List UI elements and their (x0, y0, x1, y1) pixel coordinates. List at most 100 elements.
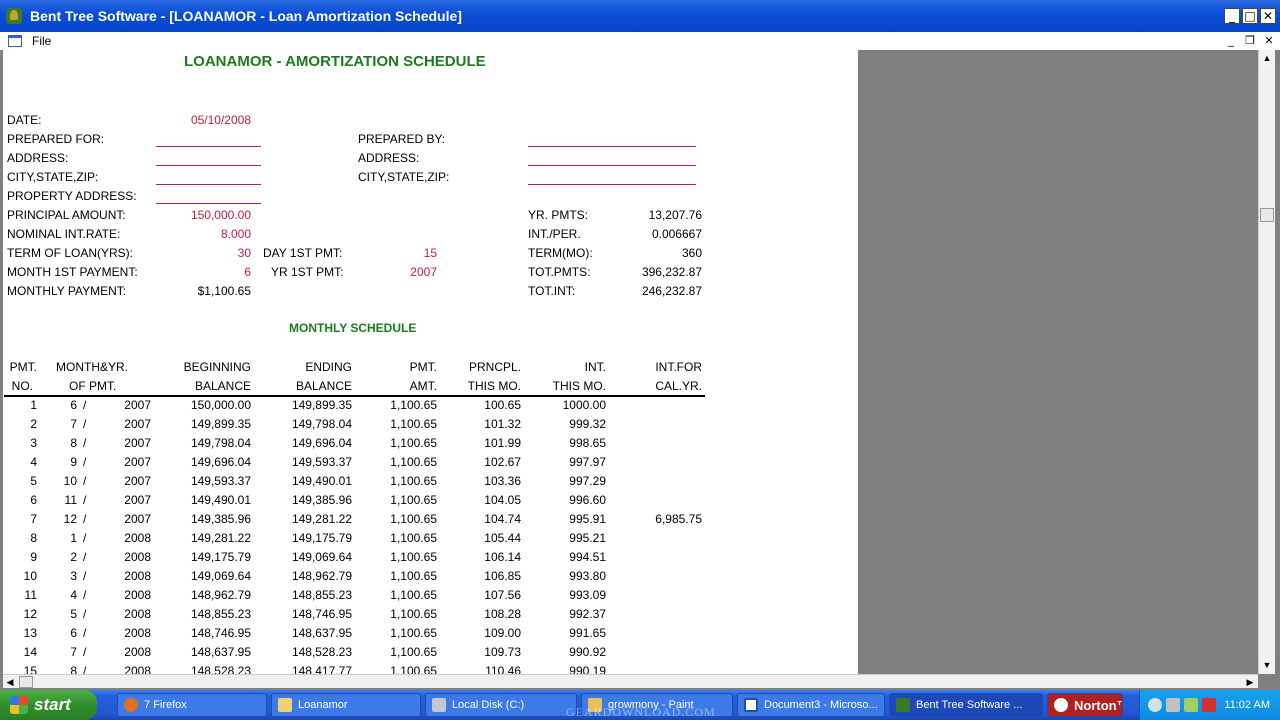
col-month-h2: OF PMT. (69, 379, 117, 393)
cell-ending-balance: 149,798.04 (291, 417, 352, 431)
scroll-down-arrow-icon[interactable]: ▼ (1259, 657, 1275, 673)
cell-ending-balance: 148,637.95 (291, 626, 352, 640)
close-button[interactable]: ✕ (1260, 8, 1276, 24)
rate-value[interactable]: 8.000 (151, 227, 251, 241)
cell-interest: 998.65 (569, 436, 606, 450)
document-icon[interactable] (8, 35, 22, 47)
cell-year: 2007 (124, 455, 151, 469)
address-right-field[interactable] (528, 165, 696, 166)
cell-year: 2007 (124, 493, 151, 507)
term-value[interactable]: 30 (151, 246, 251, 260)
vertical-scroll-thumb[interactable] (1260, 208, 1274, 222)
tray-app-icon[interactable] (1184, 698, 1199, 712)
cell-slash: / (83, 436, 87, 450)
task-word[interactable]: Document3 - Microso... (737, 693, 885, 717)
cell-slash: / (83, 531, 87, 545)
child-minimize-button[interactable]: _ (1223, 34, 1239, 48)
title-bar[interactable]: Bent Tree Software - [LOANAMOR - Loan Am… (0, 0, 1280, 32)
cell-slash: / (83, 664, 87, 674)
child-restore-button[interactable]: ❐ (1242, 34, 1258, 48)
scroll-up-arrow-icon[interactable]: ▲ (1259, 50, 1275, 66)
scroll-right-arrow-icon[interactable]: ▶ (1243, 675, 1257, 689)
month1-value[interactable]: 6 (151, 265, 251, 279)
city-right-label: CITY,STATE,ZIP: (358, 170, 450, 184)
watermark: GEARDOWNLOAD.COM (566, 705, 716, 719)
cell-year: 2008 (124, 607, 151, 621)
prepared-for-field[interactable] (156, 146, 261, 147)
city-left-label: CITY,STATE,ZIP: (7, 170, 99, 184)
day1-value[interactable]: 15 (357, 246, 437, 260)
address-left-field[interactable] (156, 165, 261, 166)
start-button[interactable]: start (0, 690, 97, 720)
task-bent-tree[interactable]: Bent Tree Software ... (889, 693, 1043, 717)
col-intcal-h1: INT.FOR (655, 360, 702, 374)
cell-beginning-balance: 149,490.01 (190, 493, 251, 507)
col-end-h2: BALANCE (295, 379, 352, 393)
city-left-field[interactable] (156, 184, 261, 185)
cell-pmt-amt: 1,100.65 (390, 493, 437, 507)
cell-pmt-amt: 1,100.65 (390, 531, 437, 545)
cell-slash: / (83, 493, 87, 507)
cell-interest: 994.51 (569, 550, 606, 564)
cell-ending-balance: 149,490.01 (291, 474, 352, 488)
city-right-field[interactable] (528, 184, 696, 185)
cell-ending-balance: 149,593.37 (291, 455, 352, 469)
cell-principal: 104.05 (484, 493, 521, 507)
cell-month: 10 (63, 474, 77, 488)
cell-principal: 100.65 (484, 398, 521, 412)
cell-pmt-no: 6 (30, 493, 37, 507)
cell-ending-balance: 148,855.23 (291, 588, 352, 602)
cell-year: 2007 (124, 417, 151, 431)
task-norton[interactable]: Norton™ (1047, 693, 1123, 717)
property-address-field[interactable] (156, 203, 261, 204)
vertical-scrollbar[interactable]: ▲ ▼ (1258, 50, 1275, 674)
cell-pmt-no: 9 (30, 550, 37, 564)
header-rule (4, 395, 705, 397)
cell-slash: / (83, 512, 87, 526)
task-label: Norton™ (1074, 697, 1122, 713)
scroll-left-arrow-icon[interactable]: ◀ (3, 675, 17, 689)
cell-month: 12 (63, 512, 77, 526)
task-firefox[interactable]: 7 Firefox (117, 693, 267, 717)
tray-network-icon[interactable] (1166, 698, 1181, 712)
task-loanamor[interactable]: Loanamor (271, 693, 421, 717)
task-label: Document3 - Microso... (764, 699, 878, 711)
tray-expand-icon[interactable] (1148, 698, 1163, 712)
horizontal-scroll-thumb[interactable] (19, 676, 33, 688)
cell-pmt-no: 7 (30, 512, 37, 526)
col-pmt-no-h1: PMT. (9, 360, 37, 374)
horizontal-scrollbar[interactable]: ◀ ▶ (3, 674, 1258, 688)
maximize-button[interactable]: □ (1242, 8, 1258, 24)
menu-file[interactable]: File (32, 34, 51, 48)
cell-pmt-no: 1 (30, 398, 37, 412)
folder-icon (278, 698, 292, 712)
cell-ending-balance: 149,281.22 (291, 512, 352, 526)
principal-value[interactable]: 150,000.00 (151, 208, 251, 222)
clock[interactable]: 11:02 AM (1224, 699, 1270, 711)
cell-pmt-amt: 1,100.65 (390, 588, 437, 602)
col-int-h2: THIS MO. (552, 379, 606, 393)
tree-icon (896, 698, 910, 712)
cell-interest: 993.09 (569, 588, 606, 602)
date-value: 05/10/2008 (190, 113, 251, 127)
cell-month: 8 (70, 436, 77, 450)
yrpmts-label: YR. PMTS: (528, 208, 589, 222)
cell-principal: 108.28 (484, 607, 521, 621)
cell-interest: 991.65 (569, 626, 606, 640)
cell-year: 2007 (124, 474, 151, 488)
minimize-button[interactable]: _ (1224, 8, 1240, 24)
yrpmts-value: 13,207.76 (648, 208, 702, 222)
tray-security-icon[interactable] (1202, 698, 1217, 712)
principal-label: PRINCIPAL AMOUNT: (7, 208, 126, 222)
yr1-value[interactable]: 2007 (357, 265, 437, 279)
prepared-by-field[interactable] (528, 146, 696, 147)
cell-principal: 110.46 (485, 664, 521, 674)
app-tree-icon (6, 8, 22, 24)
cell-month: 6 (70, 398, 77, 412)
cell-year: 2008 (124, 664, 151, 674)
child-close-button[interactable]: ✕ (1261, 34, 1277, 48)
cell-beginning-balance: 149,069.64 (190, 569, 251, 583)
task-local-disk[interactable]: Local Disk (C:) (425, 693, 577, 717)
cell-slash: / (83, 417, 87, 431)
monthly-payment-value: $1,100.65 (197, 284, 251, 298)
